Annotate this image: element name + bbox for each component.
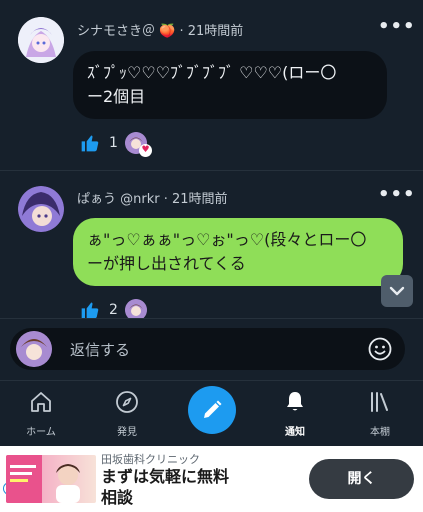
more-options-button[interactable]: •••	[378, 16, 416, 37]
comment-divider	[0, 170, 423, 171]
ad-headline: まずは気軽に無料 相談	[101, 466, 229, 508]
bookshelf-icon	[371, 392, 388, 412]
ad-advertiser: 田坂歯科クリニック	[101, 453, 200, 466]
comment-author[interactable]: ぱぁう @nrkr	[77, 192, 160, 207]
reply-input[interactable]: 返信する	[10, 328, 405, 370]
ad-headline-line1: まずは気軽に無料	[101, 467, 230, 486]
comment-author[interactable]: シナモさき＠ 🍑	[77, 24, 175, 39]
ad-image	[6, 455, 96, 503]
ad-photo	[6, 455, 80, 503]
avatar[interactable]	[18, 186, 64, 232]
like-button[interactable]	[80, 133, 102, 155]
nav-notifications[interactable]: 通知	[265, 390, 325, 440]
nav-discover-label: 発見	[117, 427, 137, 438]
home-icon	[31, 392, 51, 412]
avatar-image	[18, 186, 64, 232]
avatar[interactable]	[18, 17, 64, 63]
more-options-button[interactable]: •••	[378, 184, 416, 205]
nav-home-label: ホーム	[26, 427, 56, 438]
smiley-icon	[368, 337, 392, 361]
like-count: 1	[109, 135, 118, 151]
nav-home[interactable]: ホーム	[11, 390, 71, 440]
thumbs-up-icon	[81, 302, 99, 319]
pencil-icon	[204, 400, 222, 418]
like-count: 2	[109, 302, 118, 318]
comment-bubble: ｽﾞﾌﾟｯ♡♡♡ﾌﾞﾌﾞﾌﾞﾌﾞ ♡♡♡(ロー〇 ー2個目	[73, 51, 387, 119]
thumbs-up-icon	[81, 135, 99, 152]
my-avatar	[16, 331, 52, 367]
bell-icon	[287, 392, 303, 411]
comment-time: 21時間前	[172, 192, 228, 207]
nav-bookshelf[interactable]: 本棚	[350, 390, 410, 440]
ad-headline-line2: 相談	[101, 488, 134, 507]
ad-open-button[interactable]: 開く	[309, 459, 414, 499]
nav-notifications-label: 通知	[285, 427, 305, 438]
comment-text-line2: ー2個目	[87, 87, 146, 106]
comment-text-line2: ーが押し出されてくる	[87, 254, 246, 273]
chevron-down-icon	[389, 286, 405, 296]
my-avatar-image	[16, 331, 52, 367]
comment-bubble: ぁ"っ♡ぁぁ"っ♡ぉ"っ♡(段々とロー〇 ーが押し出されてくる	[73, 218, 403, 286]
nav-discover[interactable]: 発見	[97, 390, 157, 440]
scroll-down-button[interactable]	[381, 275, 413, 307]
compass-icon	[116, 391, 138, 413]
nav-bookshelf-label: 本棚	[370, 427, 390, 438]
reply-placeholder: 返信する	[70, 341, 131, 359]
compose-button[interactable]	[188, 386, 236, 434]
ad-banner[interactable]: i 田坂歯科クリニック まずは気軽に無料 相談 開く	[0, 446, 423, 512]
avatar-image	[18, 17, 64, 63]
emoji-button[interactable]	[368, 337, 392, 361]
heart-reaction-icon: ♥	[139, 144, 152, 157]
separator-dot: ·	[179, 24, 188, 39]
comment-time: 21時間前	[187, 24, 244, 39]
separator-dot: ·	[163, 192, 172, 207]
